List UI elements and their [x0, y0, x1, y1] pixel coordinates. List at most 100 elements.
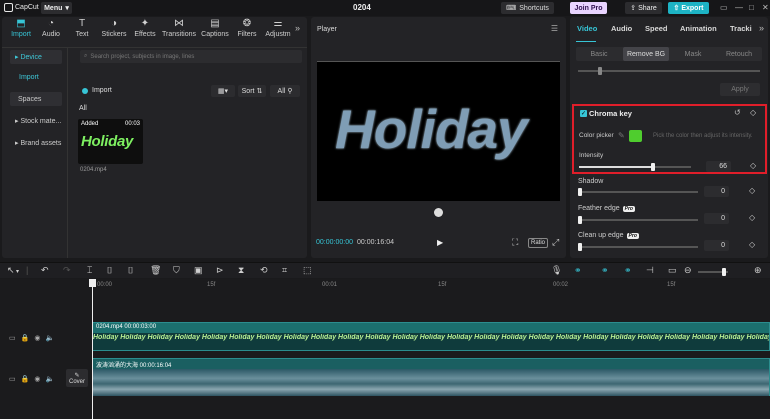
- menu-button[interactable]: Menu ▾: [41, 2, 72, 14]
- tab-stickers[interactable]: ◑ Stickers: [97, 19, 131, 45]
- sidebar-item-stock[interactable]: ▸ Stock mate...: [10, 114, 62, 128]
- tab-filters[interactable]: ❂ Filters: [230, 19, 264, 45]
- linkage-icon[interactable]: ⚭: [624, 265, 632, 276]
- layout-icon[interactable]: ▭: [720, 3, 728, 12]
- resize-icon[interactable]: ⬚: [303, 265, 312, 276]
- subtab-retouch[interactable]: Retouch: [716, 47, 762, 61]
- intensity-value[interactable]: 66: [706, 161, 731, 172]
- fullscreen-icon[interactable]: ⤢: [552, 237, 559, 248]
- intensity-slider[interactable]: [579, 163, 691, 171]
- preview-axis-icon[interactable]: ⊣: [646, 265, 654, 276]
- close-icon[interactable]: ✕: [762, 3, 769, 12]
- rotate-icon[interactable]: [434, 208, 443, 217]
- zoom-slider[interactable]: [698, 268, 728, 276]
- reverse-icon[interactable]: ⊳: [216, 265, 224, 276]
- player-menu-icon[interactable]: ☰: [551, 24, 558, 33]
- microphone-icon[interactable]: 🎙: [551, 265, 562, 276]
- visibility-icon[interactable]: ◉: [34, 375, 40, 383]
- feather-slider[interactable]: [578, 216, 698, 224]
- tab-effects[interactable]: ✦ Effects: [128, 19, 162, 45]
- tab-text[interactable]: T Text: [65, 19, 99, 45]
- more-tabs-icon[interactable]: »: [759, 23, 764, 33]
- subtab-remove-bg[interactable]: Remove BG: [623, 47, 669, 61]
- media-thumbnail[interactable]: Added 00:03 Holiday: [78, 119, 143, 164]
- playhead-handle[interactable]: [89, 279, 96, 287]
- audio-mute-icon[interactable]: 🔈: [45, 375, 54, 383]
- zoom-in-icon[interactable]: ⊕: [754, 265, 762, 276]
- tab-import[interactable]: ⬒ Import: [4, 19, 38, 45]
- keyframe-icon[interactable]: ◇: [750, 161, 756, 170]
- auto-snap-icon[interactable]: ⚭: [601, 265, 609, 276]
- zoom-out-icon[interactable]: ⊖: [684, 265, 692, 276]
- sidebar-item-brand[interactable]: ▸ Brand assets: [10, 136, 62, 150]
- select-icon[interactable]: ↖: [7, 265, 15, 276]
- shadow-slider[interactable]: [578, 188, 698, 196]
- maximize-icon[interactable]: □: [749, 3, 754, 12]
- sidebar-item-device[interactable]: ▸ Device: [10, 50, 62, 64]
- undo-icon[interactable]: ↶: [41, 265, 49, 276]
- rotate-tool-icon[interactable]: ⟲: [260, 265, 268, 276]
- slider-knob[interactable]: [578, 188, 582, 196]
- split-right-icon[interactable]: ⌷: [128, 265, 133, 276]
- preview-canvas[interactable]: Holiday: [317, 61, 560, 201]
- shortcuts-button[interactable]: ⌨ Shortcuts: [501, 2, 554, 14]
- delete-icon[interactable]: 🗑: [150, 265, 161, 276]
- more-tabs-icon[interactable]: »: [295, 23, 300, 33]
- keyframe-icon[interactable]: ◇: [749, 213, 755, 222]
- slider-knob[interactable]: [578, 243, 582, 251]
- tab-audio[interactable]: ◔ Audio: [34, 19, 68, 45]
- cleanup-value[interactable]: 0: [704, 240, 729, 251]
- tab-video[interactable]: Video: [577, 24, 597, 33]
- apply-button[interactable]: Apply: [720, 83, 760, 96]
- tab-animation[interactable]: Animation: [680, 24, 717, 33]
- lock-icon[interactable]: 🔒: [21, 334, 30, 342]
- strength-slider[interactable]: [578, 67, 760, 75]
- crop-icon[interactable]: ⌗: [282, 265, 287, 276]
- cleanup-slider[interactable]: [578, 243, 698, 251]
- reset-icon[interactable]: ↺: [734, 108, 741, 117]
- tab-adjustment[interactable]: ⚌ Adjustm: [261, 19, 295, 45]
- fit-screen-icon[interactable]: ⛶: [512, 237, 518, 248]
- tab-speed[interactable]: Speed: [645, 24, 668, 33]
- share-button[interactable]: ⇪ Share: [625, 2, 662, 14]
- freeze-icon[interactable]: ▣: [194, 265, 203, 276]
- ratio-button[interactable]: Ratio: [528, 238, 548, 248]
- join-pro-button[interactable]: Join Pro: [570, 2, 607, 14]
- visibility-icon[interactable]: ◉: [34, 334, 40, 342]
- tab-transitions[interactable]: ⋈ Transitions: [162, 19, 196, 45]
- subtab-basic[interactable]: Basic: [576, 47, 622, 61]
- lock-icon[interactable]: 🔒: [21, 375, 30, 383]
- export-button[interactable]: ⇧ Export: [668, 2, 709, 14]
- tab-tracking[interactable]: Tracki: [730, 24, 752, 33]
- redo-icon[interactable]: ↷: [63, 265, 71, 276]
- chevron-down-icon[interactable]: ▾: [16, 268, 19, 275]
- main-track-magnet-icon[interactable]: ⚭: [574, 265, 582, 276]
- cover-button[interactable]: ✎ Cover: [66, 369, 88, 387]
- play-icon[interactable]: ▶: [437, 238, 443, 247]
- intensity-knob[interactable]: [650, 163, 655, 171]
- shadow-value[interactable]: 0: [704, 186, 729, 197]
- import-button[interactable]: Import: [82, 87, 112, 94]
- slider-knob[interactable]: [598, 67, 602, 75]
- mirror-icon[interactable]: ⧗: [238, 265, 244, 276]
- audio-mute-icon[interactable]: 🔈: [45, 334, 54, 342]
- picked-color-swatch[interactable]: [629, 130, 642, 142]
- tab-captions[interactable]: ▤ Captions: [198, 19, 232, 45]
- split-icon[interactable]: ⌶: [87, 265, 92, 276]
- filter-all-button[interactable]: All ⚲: [270, 85, 300, 97]
- keyframe-icon[interactable]: ◇: [749, 240, 755, 249]
- search-input[interactable]: ⌕ Search project, subjects in image, lin…: [80, 50, 302, 63]
- playhead-line[interactable]: [92, 279, 93, 419]
- eyedropper-icon[interactable]: ✎: [618, 131, 625, 140]
- overlay-clip[interactable]: 0204.mp4 00:00:03:00 Holiday Holiday Hol…: [92, 322, 770, 351]
- subtab-mask[interactable]: Mask: [670, 47, 716, 61]
- feather-value[interactable]: 0: [704, 213, 729, 224]
- timeline[interactable]: 00:00 15f 00:01 15f 00:02 15f ▭ 🔒 ◉ 🔈 ▭ …: [0, 279, 770, 419]
- sidebar-item-import[interactable]: Import: [10, 70, 62, 84]
- slider-knob[interactable]: [578, 216, 582, 224]
- zoom-fit-icon[interactable]: ▭: [668, 265, 677, 276]
- view-mode-button[interactable]: ▦▾: [211, 85, 235, 97]
- tab-audio-props[interactable]: Audio: [611, 24, 632, 33]
- sort-button[interactable]: Sort ⇅: [238, 85, 266, 97]
- mark-icon[interactable]: ⛉: [173, 265, 180, 276]
